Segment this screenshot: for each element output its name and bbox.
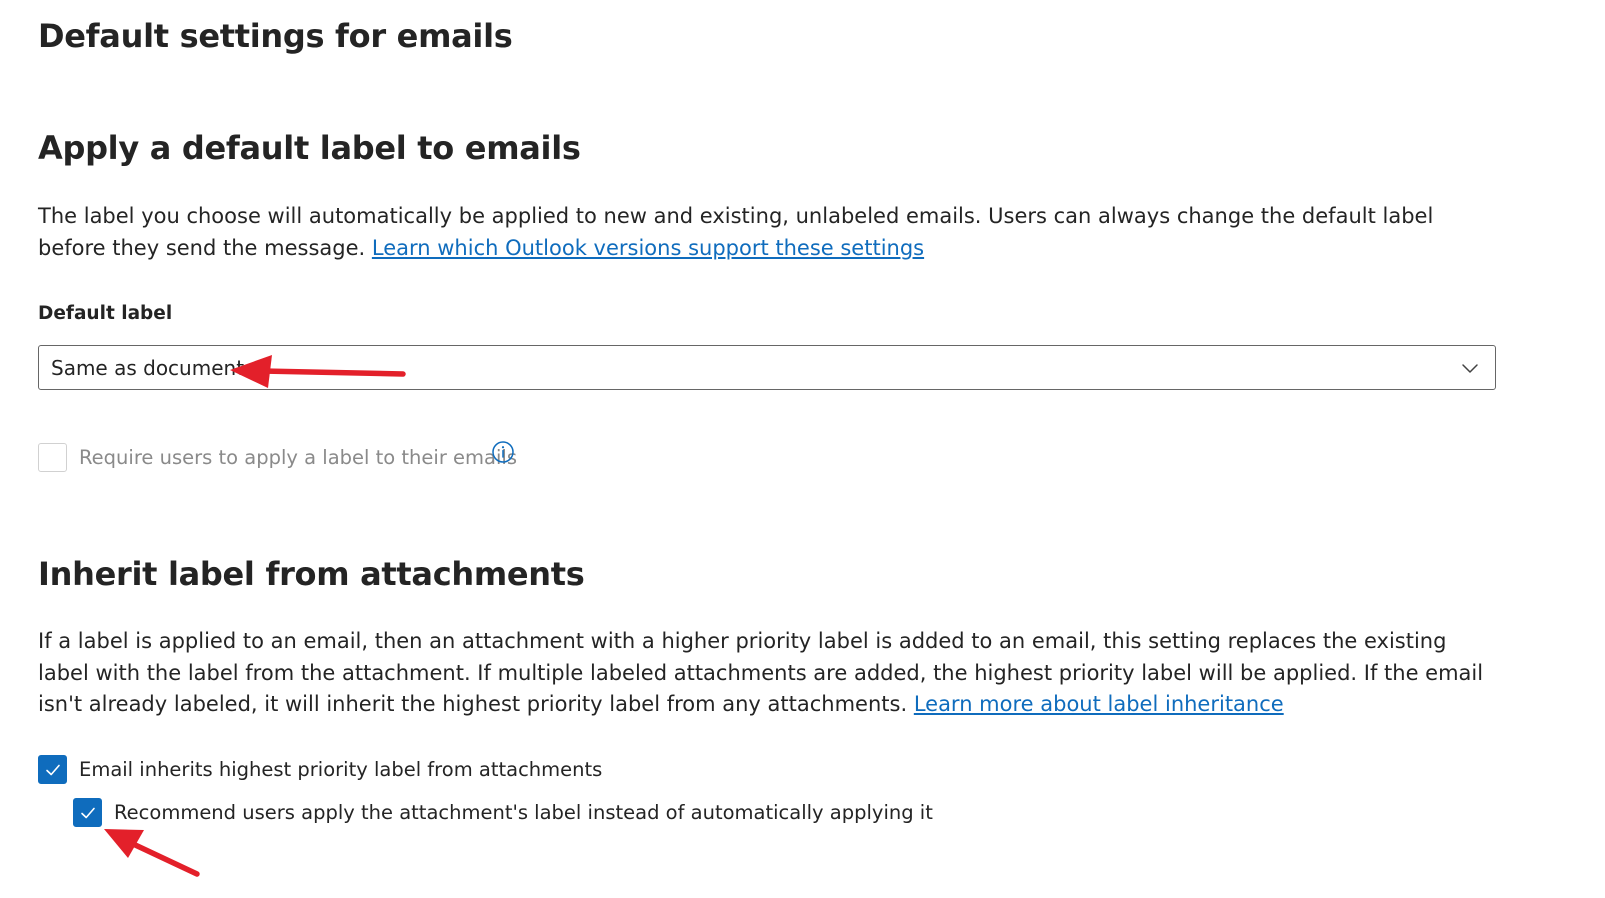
default-label-dropdown[interactable]: Same as document — [38, 345, 1496, 390]
require-label-option: Require users to apply a label to their … — [38, 443, 517, 472]
inherit-label-option: Email inherits highest priority label fr… — [38, 755, 602, 784]
outlook-versions-link[interactable]: Learn which Outlook versions support the… — [372, 236, 924, 260]
recommend-label-option: Recommend users apply the attachment's l… — [73, 798, 933, 827]
recommend-label-checkbox[interactable] — [73, 798, 102, 827]
chevron-down-icon — [1462, 364, 1478, 373]
inherit-label-checkbox[interactable] — [38, 755, 67, 784]
page-title: Default settings for emails — [38, 17, 513, 55]
inherit-label-description: If a label is applied to an email, then … — [38, 626, 1498, 721]
checkmark-icon — [45, 764, 60, 775]
label-inheritance-link[interactable]: Learn more about label inheritance — [914, 692, 1284, 716]
inherit-label-heading: Inherit label from attachments — [38, 555, 585, 593]
default-label-description: The label you choose will automatically … — [38, 201, 1498, 264]
default-label-dropdown-value: Same as document — [51, 356, 245, 380]
inherit-label-checkbox-label: Email inherits highest priority label fr… — [79, 757, 603, 781]
info-icon[interactable] — [491, 440, 515, 464]
checkmark-icon — [80, 807, 95, 818]
annotation-arrow-checkbox — [104, 829, 200, 877]
require-label-checkbox-label: Require users to apply a label to their … — [79, 445, 517, 469]
default-label-field-label: Default label — [38, 303, 173, 324]
default-label-heading: Apply a default label to emails — [38, 129, 581, 167]
require-label-checkbox[interactable] — [38, 443, 67, 472]
recommend-label-checkbox-label: Recommend users apply the attachment's l… — [114, 800, 933, 824]
